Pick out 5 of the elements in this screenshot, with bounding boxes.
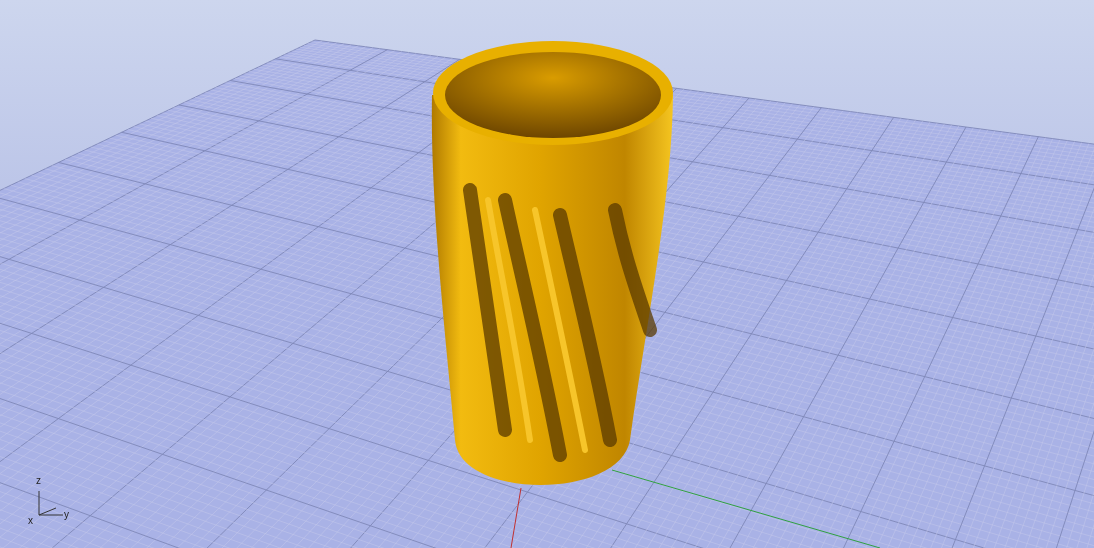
axis-label: x xyxy=(28,516,33,526)
x-axis-line xyxy=(510,487,522,548)
axis-icon xyxy=(36,488,66,518)
axis-label: y xyxy=(64,510,69,520)
axis-label: z xyxy=(36,476,41,486)
